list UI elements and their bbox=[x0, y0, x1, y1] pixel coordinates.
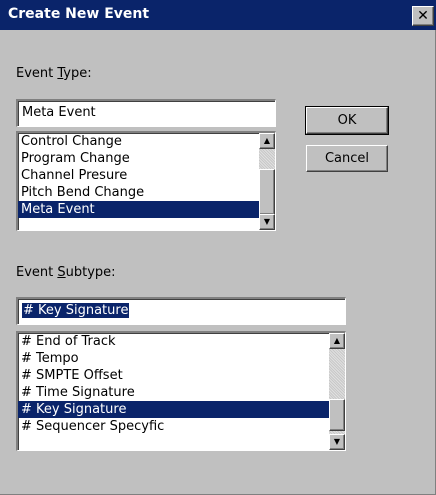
scroll-up-button[interactable]: ▲ bbox=[329, 333, 345, 349]
close-button[interactable]: ✕ bbox=[412, 6, 434, 26]
close-icon: ✕ bbox=[417, 8, 429, 24]
event-type-input[interactable]: Meta Event bbox=[16, 99, 276, 127]
chevron-down-icon: ▼ bbox=[263, 217, 271, 226]
chevron-up-icon: ▲ bbox=[333, 336, 341, 345]
event-subtype-label: Event Subtype: bbox=[16, 265, 116, 280]
event-subtype-list-item[interactable]: # SMPTE Offset bbox=[18, 367, 329, 384]
scroll-thumb[interactable] bbox=[259, 169, 275, 215]
event-type-label: Event Type: bbox=[16, 66, 92, 81]
event-subtype-list-item[interactable]: # Time Signature bbox=[18, 384, 329, 401]
event-subtype-list-items: # End of Track # Tempo # SMPTE Offset # Tim… bbox=[18, 333, 329, 450]
event-subtype-value: # Key Signature bbox=[22, 303, 130, 318]
scroll-thumb[interactable] bbox=[329, 399, 345, 431]
event-type-list-item[interactable]: Program Change bbox=[18, 150, 259, 167]
event-subtype-listbox[interactable]: # End of Track # Tempo # SMPTE Offset # Tim… bbox=[16, 331, 346, 451]
event-type-list-items: Control Change Program Change Channel Pres… bbox=[18, 133, 259, 230]
create-new-event-dialog: Create New Event ✕ Event Type: Meta Even… bbox=[0, 0, 436, 495]
chevron-up-icon: ▲ bbox=[263, 136, 271, 145]
event-type-list-item[interactable]: Meta Event bbox=[18, 201, 259, 218]
scroll-up-button[interactable]: ▲ bbox=[259, 133, 275, 149]
event-type-scrollbar[interactable]: ▲ ▼ bbox=[259, 133, 275, 230]
event-subtype-list-item[interactable]: # Sequencer Specyfic bbox=[18, 418, 329, 435]
event-subtype-scrollbar[interactable]: ▲ ▼ bbox=[329, 333, 345, 450]
event-type-list-item[interactable]: Channel Presure bbox=[18, 167, 259, 184]
event-subtype-list-item[interactable]: # End of Track bbox=[18, 333, 329, 350]
cancel-button[interactable]: Cancel bbox=[306, 145, 388, 172]
scroll-down-button[interactable]: ▼ bbox=[259, 214, 275, 230]
event-type-listbox[interactable]: Control Change Program Change Channel Pres… bbox=[16, 131, 276, 231]
event-type-value: Meta Event bbox=[22, 105, 96, 120]
title-bar[interactable]: Create New Event ✕ bbox=[0, 0, 436, 30]
chevron-down-icon: ▼ bbox=[333, 437, 341, 446]
event-subtype-input[interactable]: # Key Signature bbox=[16, 297, 346, 325]
event-subtype-list-item[interactable]: # Tempo bbox=[18, 350, 329, 367]
event-type-list-item[interactable]: Pitch Bend Change bbox=[18, 184, 259, 201]
window-title: Create New Event bbox=[8, 6, 150, 22]
scroll-down-button[interactable]: ▼ bbox=[329, 434, 345, 450]
ok-button[interactable]: OK bbox=[305, 106, 389, 135]
event-subtype-list-item[interactable]: # Key Signature bbox=[18, 401, 329, 418]
event-type-list-item[interactable]: Control Change bbox=[18, 133, 259, 150]
